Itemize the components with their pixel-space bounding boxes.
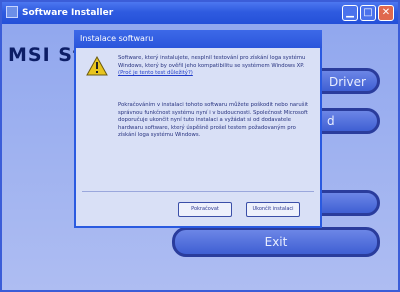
maximize-button[interactable]: □ [360,5,376,21]
close-icon: ✕ [381,7,391,18]
dialog-separator [82,191,314,192]
warning-message-text: Software, který instalujete, nesplnil te… [118,55,306,69]
why-important-link[interactable]: (Proč je tento test důležitý?) [118,70,193,76]
driver-button-label: Driver [329,75,366,89]
warning-icon [86,56,108,76]
exit-button[interactable]: Exit [172,227,380,257]
dialog-title-bar: Instalace softwaru [74,30,322,48]
exit-button-label: Exit [264,235,288,249]
minimize-button[interactable]: ▁ [342,5,358,21]
maximize-icon: □ [363,7,373,18]
installer-window: Software Installer ▁ □ ✕ MSI Star Driver… [0,0,400,292]
close-button[interactable]: ✕ [378,5,394,21]
continue-anyway-button[interactable]: Pokračovat [178,202,232,217]
risk-message: Pokračováním v instalaci tohoto softwaru… [118,102,309,139]
software-installation-dialog: Instalace softwaru Software, který insta… [74,30,322,228]
brand-title: MSI Star [8,44,78,66]
warning-message: Software, který instalujete, nesplnil te… [118,55,314,78]
stop-installation-button[interactable]: Ukončit instalaci [246,202,300,217]
window-title: Software Installer [22,8,114,18]
minimize-icon: ▁ [346,7,354,18]
second-menu-button-label: d [327,114,335,128]
dialog-title: Instalace softwaru [80,34,154,43]
title-bar: Software Installer ▁ □ ✕ [2,2,398,24]
installer-icon [6,6,18,18]
